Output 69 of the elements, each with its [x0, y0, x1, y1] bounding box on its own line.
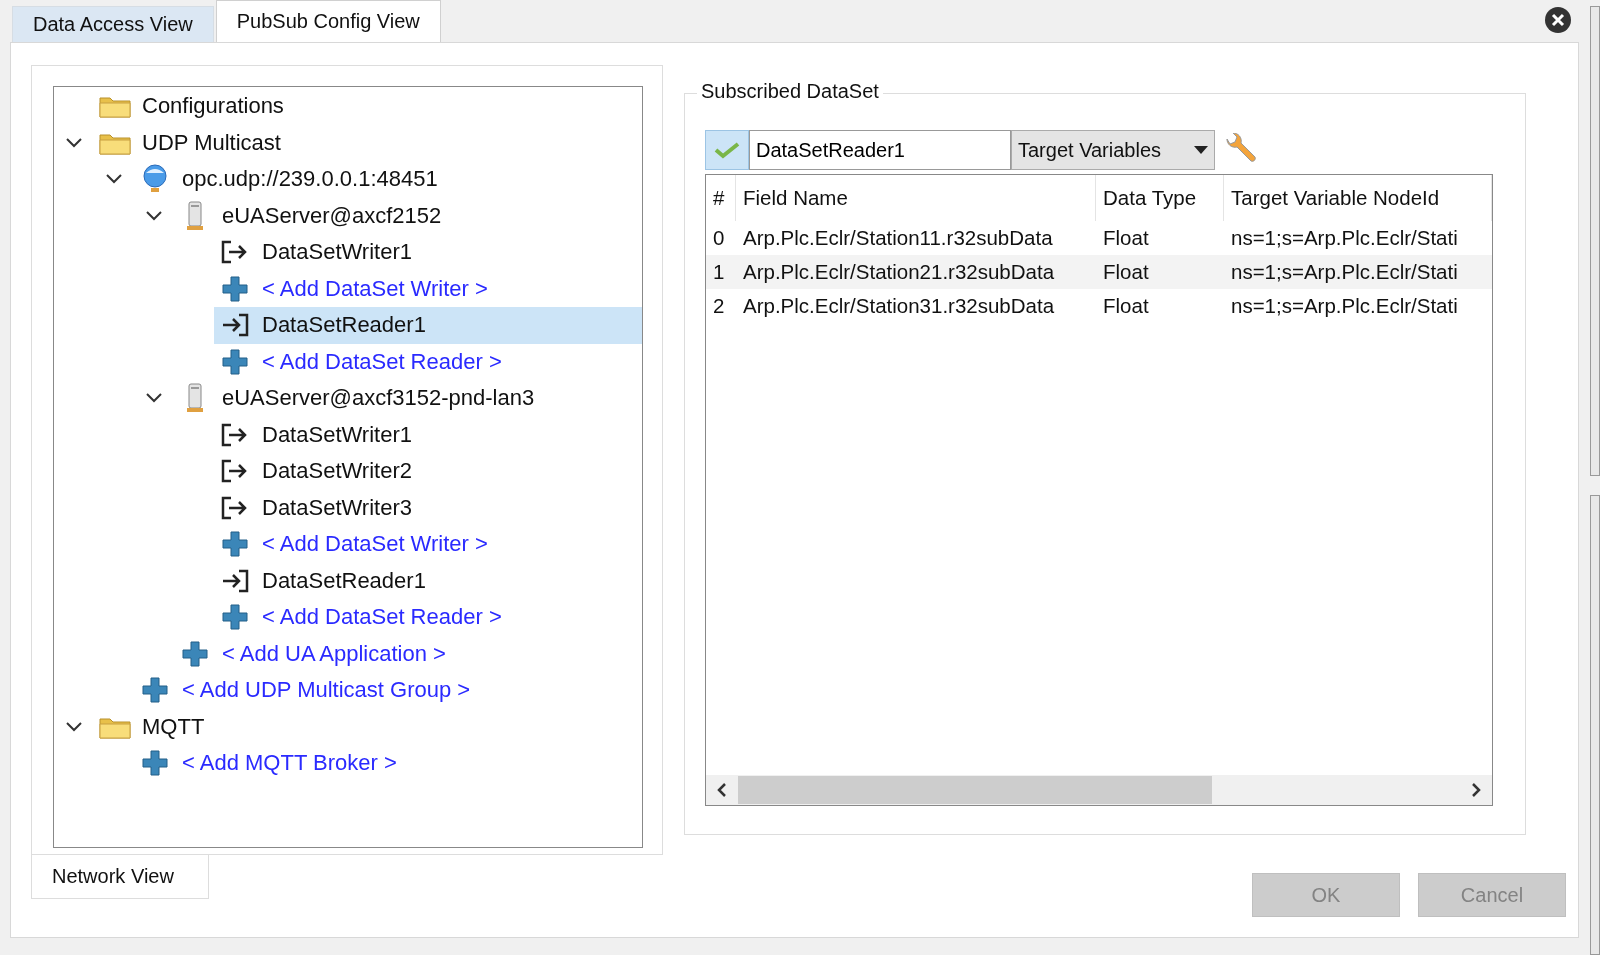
table-cell-text: Float: [1102, 294, 1150, 318]
table-cell-text: 0: [712, 226, 726, 250]
tree-item-label[interactable]: UDP Multicast: [138, 127, 285, 158]
server-icon: [184, 383, 206, 414]
plus-icon[interactable]: [222, 604, 248, 631]
table-cell-text: Arp.Plc.Eclr/Station11.r32subData: [742, 226, 1054, 250]
export-arrow-icon: [221, 495, 249, 520]
network-view-tab[interactable]: Network View: [31, 855, 209, 899]
chevron-down-icon[interactable]: [105, 173, 123, 186]
scroll-left-icon[interactable]: [717, 783, 727, 797]
horizontal-scrollbar[interactable]: [706, 775, 1492, 805]
add-link[interactable]: < Add DataSet Reader >: [258, 346, 506, 377]
tree-item-label[interactable]: eUAServer@axcf3152-pnd-lan3: [218, 383, 539, 414]
plus-icon[interactable]: [222, 275, 248, 302]
column-header[interactable]: Field Name: [736, 175, 1096, 221]
globe-icon: [141, 164, 169, 195]
checkmark-icon: [714, 141, 740, 159]
tab[interactable]: Data Access View: [12, 6, 214, 42]
tree-item-label[interactable]: DataSetReader1: [258, 310, 430, 341]
column-header[interactable]: #: [706, 175, 736, 221]
add-link[interactable]: < Add DataSet Writer >: [258, 273, 492, 304]
table-cell-text: Float: [1102, 226, 1150, 250]
tree-item-label[interactable]: MQTT: [138, 711, 209, 742]
view-dropdown[interactable]: Target Variables: [1011, 130, 1215, 170]
column-header[interactable]: Target Variable NodeId: [1224, 175, 1492, 221]
tree-item-label[interactable]: opc.udp://239.0.0.1:48451: [178, 164, 442, 195]
table-cell-text: 1: [712, 260, 726, 284]
chevron-down-icon[interactable]: [145, 209, 163, 222]
tab[interactable]: PubSub Config View: [215, 0, 441, 42]
add-link[interactable]: < Add DataSet Reader >: [258, 602, 506, 633]
plus-icon[interactable]: [222, 348, 248, 375]
reader-name-field[interactable]: DataSetReader1: [749, 130, 1011, 170]
plus-icon[interactable]: [142, 677, 168, 704]
chevron-down-icon[interactable]: [145, 392, 163, 405]
selected-row-highlight[interactable]: DataSetReader1: [214, 307, 642, 344]
table-cell-text: Arp.Plc.Eclr/Station31.r32subData: [742, 294, 1056, 318]
chevron-down-icon[interactable]: [65, 136, 83, 149]
plus-icon[interactable]: [182, 640, 208, 667]
tree-item-label[interactable]: DataSetWriter2: [258, 456, 416, 487]
tree-item-label[interactable]: eUAServer@axcf2152: [218, 200, 446, 231]
add-link[interactable]: < Add UA Application >: [218, 638, 450, 669]
plus-icon[interactable]: [142, 750, 168, 777]
plus-icon[interactable]: [222, 531, 248, 558]
tree-item-label[interactable]: Configurations: [138, 91, 288, 122]
close-icon[interactable]: [1544, 6, 1572, 34]
column-header[interactable]: Data Type: [1096, 175, 1224, 221]
tree-item-label[interactable]: DataSetReader1: [258, 565, 430, 596]
add-link[interactable]: < Add UDP Multicast Group >: [178, 675, 475, 706]
add-link[interactable]: < Add DataSet Writer >: [258, 529, 492, 560]
server-icon: [184, 200, 206, 231]
caret-icon: [1194, 146, 1208, 154]
chevron-down-icon[interactable]: [65, 720, 83, 733]
folder-icon: [99, 94, 131, 119]
scroll-right-icon[interactable]: [1471, 783, 1481, 797]
export-arrow-icon: [221, 240, 249, 265]
tree-item-label[interactable]: DataSetWriter1: [258, 419, 416, 450]
add-link[interactable]: < Add MQTT Broker >: [178, 748, 401, 779]
import-arrow-icon: [221, 313, 249, 338]
import-arrow-icon: [221, 568, 249, 593]
tree-item-label[interactable]: DataSetWriter3: [258, 492, 416, 523]
tree-item-label[interactable]: DataSetWriter1: [258, 237, 416, 268]
table-cell-text: Float: [1102, 260, 1150, 284]
export-arrow-icon: [221, 422, 249, 447]
table-cell-text: ns=1;s=Arp.Plc.Eclr/Stati: [1230, 294, 1459, 318]
table-cell-text: Arp.Plc.Eclr/Station21.r32subData: [742, 260, 1056, 284]
export-arrow-icon: [221, 459, 249, 484]
table-cell-text: ns=1;s=Arp.Plc.Eclr/Stati: [1230, 260, 1459, 284]
table-cell-text: ns=1;s=Arp.Plc.Eclr/Stati: [1230, 226, 1459, 250]
table-cell-text: 2: [712, 294, 726, 318]
